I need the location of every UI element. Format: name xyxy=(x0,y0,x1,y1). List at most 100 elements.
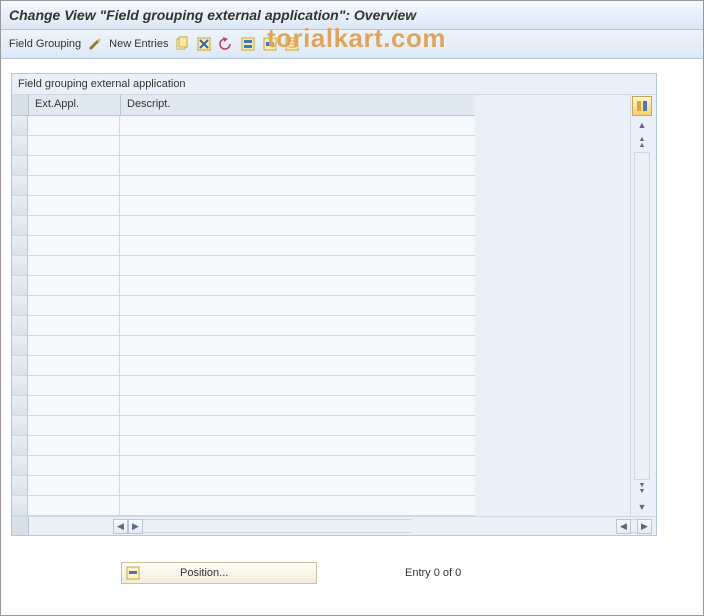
scroll-page-down-icon[interactable]: ▼▼ xyxy=(634,482,650,496)
cell-ext-appl[interactable] xyxy=(28,216,120,235)
column-header-ext-appl[interactable]: Ext.Appl. xyxy=(29,95,121,115)
row-selector[interactable] xyxy=(12,496,28,515)
cell-ext-appl[interactable] xyxy=(28,136,120,155)
cell-descript[interactable] xyxy=(120,416,475,435)
table-row[interactable] xyxy=(12,356,475,376)
table-row[interactable] xyxy=(12,296,475,316)
cell-descript[interactable] xyxy=(120,356,475,375)
row-selector[interactable] xyxy=(12,276,28,295)
cell-ext-appl[interactable] xyxy=(28,436,120,455)
cell-ext-appl[interactable] xyxy=(28,276,120,295)
table-row[interactable] xyxy=(12,116,475,136)
row-selector[interactable] xyxy=(12,476,28,495)
new-entries-button[interactable]: New Entries xyxy=(109,38,168,50)
cell-descript[interactable] xyxy=(120,256,475,275)
cell-ext-appl[interactable] xyxy=(28,376,120,395)
table-row[interactable] xyxy=(12,156,475,176)
table-row[interactable] xyxy=(12,136,475,156)
field-grouping-menu[interactable]: Field Grouping xyxy=(9,38,81,50)
scroll-right-icon-2[interactable]: ▶ xyxy=(637,519,652,534)
scroll-left-icon-2[interactable]: ◀ xyxy=(616,519,631,534)
row-selector[interactable] xyxy=(12,456,28,475)
table-row[interactable] xyxy=(12,216,475,236)
cell-descript[interactable] xyxy=(120,236,475,255)
scroll-track-vertical[interactable] xyxy=(634,152,650,480)
row-selector[interactable] xyxy=(12,136,28,155)
cell-ext-appl[interactable] xyxy=(28,336,120,355)
cell-descript[interactable] xyxy=(120,156,475,175)
row-selector[interactable] xyxy=(12,256,28,275)
row-selector[interactable] xyxy=(12,156,28,175)
position-button[interactable]: Position... xyxy=(121,562,317,584)
cell-descript[interactable] xyxy=(120,336,475,355)
cell-ext-appl[interactable] xyxy=(28,396,120,415)
undo-icon[interactable] xyxy=(218,36,234,52)
table-row[interactable] xyxy=(12,476,475,496)
cell-descript[interactable] xyxy=(120,116,475,135)
table-row[interactable] xyxy=(12,176,475,196)
scroll-left-icon[interactable]: ◀ xyxy=(113,519,128,534)
cell-ext-appl[interactable] xyxy=(28,196,120,215)
cell-descript[interactable] xyxy=(120,176,475,195)
cell-ext-appl[interactable] xyxy=(28,236,120,255)
table-row[interactable] xyxy=(12,336,475,356)
cell-descript[interactable] xyxy=(120,276,475,295)
row-selector[interactable] xyxy=(12,316,28,335)
select-all-icon[interactable] xyxy=(240,36,256,52)
cell-ext-appl[interactable] xyxy=(28,256,120,275)
scroll-page-up-icon[interactable]: ▲▲ xyxy=(634,136,650,150)
scroll-right-icon[interactable]: ▶ xyxy=(128,519,143,534)
select-all-rows[interactable] xyxy=(12,95,29,115)
cell-descript[interactable] xyxy=(120,456,475,475)
cell-descript[interactable] xyxy=(120,136,475,155)
table-row[interactable] xyxy=(12,196,475,216)
table-row[interactable] xyxy=(12,496,475,516)
row-selector[interactable] xyxy=(12,216,28,235)
row-selector[interactable] xyxy=(12,356,28,375)
table-row[interactable] xyxy=(12,256,475,276)
toggle-edit-icon[interactable] xyxy=(87,36,103,52)
row-selector[interactable] xyxy=(12,396,28,415)
row-selector[interactable] xyxy=(12,376,28,395)
table-row[interactable] xyxy=(12,416,475,436)
table-row[interactable] xyxy=(12,276,475,296)
row-selector[interactable] xyxy=(12,176,28,195)
table-row[interactable] xyxy=(12,376,475,396)
column-header-descript[interactable]: Descript. xyxy=(121,95,475,115)
row-selector[interactable] xyxy=(12,236,28,255)
cell-descript[interactable] xyxy=(120,196,475,215)
row-selector[interactable] xyxy=(12,436,28,455)
table-row[interactable] xyxy=(12,436,475,456)
scroll-up-icon[interactable]: ▲ xyxy=(634,118,650,132)
cell-ext-appl[interactable] xyxy=(28,116,120,135)
table-row[interactable] xyxy=(12,396,475,416)
configure-columns-icon[interactable] xyxy=(632,96,652,116)
deselect-all-icon[interactable] xyxy=(284,36,300,52)
copy-icon[interactable] xyxy=(174,36,190,52)
row-selector[interactable] xyxy=(12,296,28,315)
cell-ext-appl[interactable] xyxy=(28,456,120,475)
scroll-track-horizontal-left[interactable] xyxy=(143,519,411,533)
row-selector[interactable] xyxy=(12,116,28,135)
cell-descript[interactable] xyxy=(120,476,475,495)
table-row[interactable] xyxy=(12,236,475,256)
cell-descript[interactable] xyxy=(120,316,475,335)
cell-descript[interactable] xyxy=(120,436,475,455)
select-block-icon[interactable] xyxy=(262,36,278,52)
cell-ext-appl[interactable] xyxy=(28,176,120,195)
cell-ext-appl[interactable] xyxy=(28,496,120,515)
cell-ext-appl[interactable] xyxy=(28,316,120,335)
cell-descript[interactable] xyxy=(120,396,475,415)
cell-ext-appl[interactable] xyxy=(28,296,120,315)
cell-descript[interactable] xyxy=(120,496,475,515)
table-row[interactable] xyxy=(12,456,475,476)
cell-ext-appl[interactable] xyxy=(28,416,120,435)
cell-descript[interactable] xyxy=(120,296,475,315)
delete-icon[interactable] xyxy=(196,36,212,52)
table-row[interactable] xyxy=(12,316,475,336)
cell-ext-appl[interactable] xyxy=(28,156,120,175)
row-selector[interactable] xyxy=(12,196,28,215)
cell-ext-appl[interactable] xyxy=(28,356,120,375)
cell-descript[interactable] xyxy=(120,376,475,395)
vertical-scrollbar[interactable]: ▲ ▲▲ ▼▼ ▼ xyxy=(630,95,653,516)
